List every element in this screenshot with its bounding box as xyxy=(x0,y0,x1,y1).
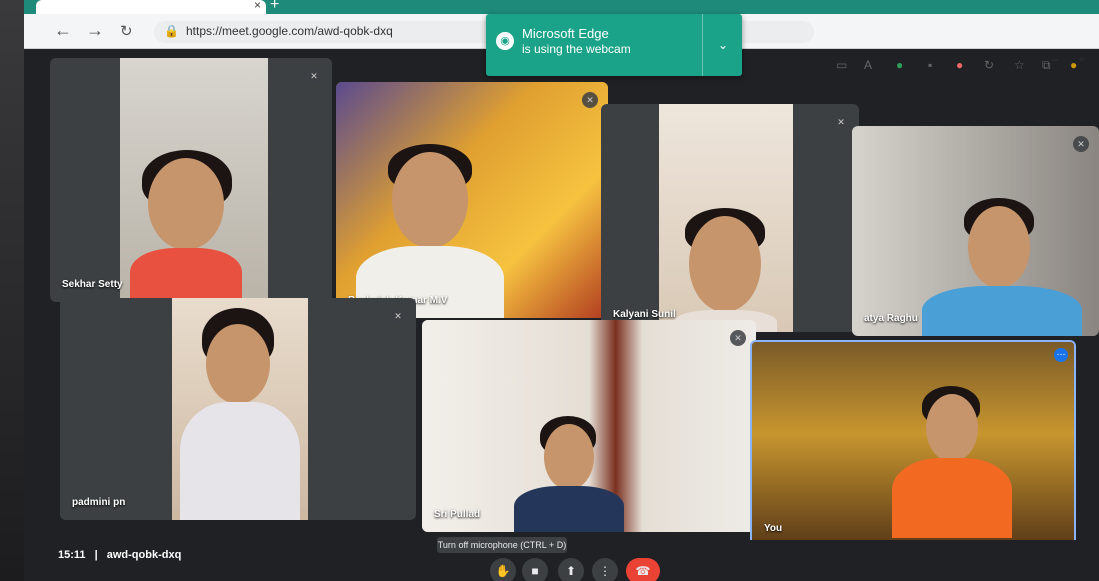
new-tab-icon[interactable]: + xyxy=(270,0,279,14)
participant-tile[interactable]: ✕ padmini pn xyxy=(60,298,416,520)
chevron-down-icon[interactable]: ⌄ xyxy=(702,14,743,76)
separator: | xyxy=(94,549,98,561)
raise-hand-icon[interactable]: ✋ xyxy=(490,558,516,581)
participant-video xyxy=(172,298,308,520)
more-options-icon[interactable]: ⋮ xyxy=(592,558,618,581)
notification-title: Microsoft Edge xyxy=(522,26,609,41)
mic-off-icon: ✕ xyxy=(390,308,406,324)
refresh-ext-icon[interactable]: ↻ xyxy=(984,58,994,72)
participant-name: atya Raghu xyxy=(864,313,918,324)
participant-tile[interactable]: ✕ Sri Pullad xyxy=(422,320,756,532)
participant-video xyxy=(422,320,756,532)
profile-icon[interactable]: ● xyxy=(1070,58,1077,72)
lock-icon: 🔒 xyxy=(164,24,179,38)
back-arrow-icon[interactable]: ← xyxy=(54,20,72,41)
participant-tile[interactable]: ✕ Kalyani Sunil xyxy=(601,104,859,332)
mic-off-icon: ✕ xyxy=(1073,136,1089,152)
notification-subtitle: is using the webcam xyxy=(522,42,631,56)
forward-arrow-icon[interactable]: → xyxy=(86,20,104,41)
notification-icon[interactable]: ● xyxy=(956,58,963,72)
screen: × + ← → ↻ 🔒 https://meet.google.com/awd-… xyxy=(24,0,1099,581)
participant-video xyxy=(120,58,268,302)
tab-strip: × + xyxy=(24,0,1099,14)
participant-video xyxy=(852,126,1099,336)
participant-video xyxy=(336,82,608,318)
mic-off-icon: ✕ xyxy=(730,330,746,346)
present-icon[interactable]: ⬆ xyxy=(558,558,584,581)
close-icon[interactable]: × xyxy=(254,0,261,12)
reload-icon[interactable]: ↻ xyxy=(120,22,133,40)
more-options-icon[interactable]: ⋯ xyxy=(1054,348,1068,362)
meeting-code: awd-qobk-dxq xyxy=(106,549,182,561)
participant-tile[interactable]: ✕ Bashaiah Kumar M.V xyxy=(336,82,608,318)
meeting-info: 15:11 | awd-qobk-dxq xyxy=(58,549,181,561)
participant-name: Kalyani Sunil xyxy=(613,309,676,320)
camera-icon[interactable]: ▭ xyxy=(836,58,847,72)
participant-video xyxy=(659,104,793,332)
self-view-tile[interactable]: ⋯ You xyxy=(750,340,1076,548)
mic-off-icon: ✕ xyxy=(833,114,849,130)
participant-name: padmini pn xyxy=(72,497,126,508)
end-call-icon[interactable]: ☎ xyxy=(626,558,660,581)
maximize-icon[interactable]: ▫ xyxy=(1080,52,1084,66)
font-icon[interactable]: A xyxy=(864,58,872,72)
clock-time: 15:11 xyxy=(58,549,86,561)
participant-name: Sekhar Setty xyxy=(62,279,123,290)
extension-icon[interactable]: ▪ xyxy=(928,58,932,72)
browser-tab[interactable]: × xyxy=(36,0,266,14)
minimize-icon[interactable]: – xyxy=(1052,52,1059,66)
collections-icon[interactable]: ⧉ xyxy=(1042,58,1051,73)
self-name: You xyxy=(764,523,783,534)
participant-name: Sri Pullad xyxy=(434,509,481,520)
url-text: https://meet.google.com/awd-qobk-dxq xyxy=(186,24,393,38)
grammarly-icon[interactable]: ● xyxy=(896,58,903,72)
webcam-icon: ◉ xyxy=(496,32,514,50)
mic-off-icon: ✕ xyxy=(306,68,322,84)
participant-tile[interactable]: ✕ atya Raghu xyxy=(852,126,1099,336)
camera-icon[interactable]: ■ xyxy=(522,558,548,581)
favorites-icon[interactable]: ☆ xyxy=(1014,58,1025,72)
self-video xyxy=(752,342,1074,546)
participant-tile[interactable]: ✕ Sekhar Setty xyxy=(50,58,332,302)
webcam-notification[interactable]: ◉ Microsoft Edge is using the webcam ⌄ xyxy=(486,14,742,76)
mic-off-icon: ✕ xyxy=(582,92,598,108)
mic-tooltip: Turn off microphone (CTRL + D) xyxy=(437,537,567,553)
